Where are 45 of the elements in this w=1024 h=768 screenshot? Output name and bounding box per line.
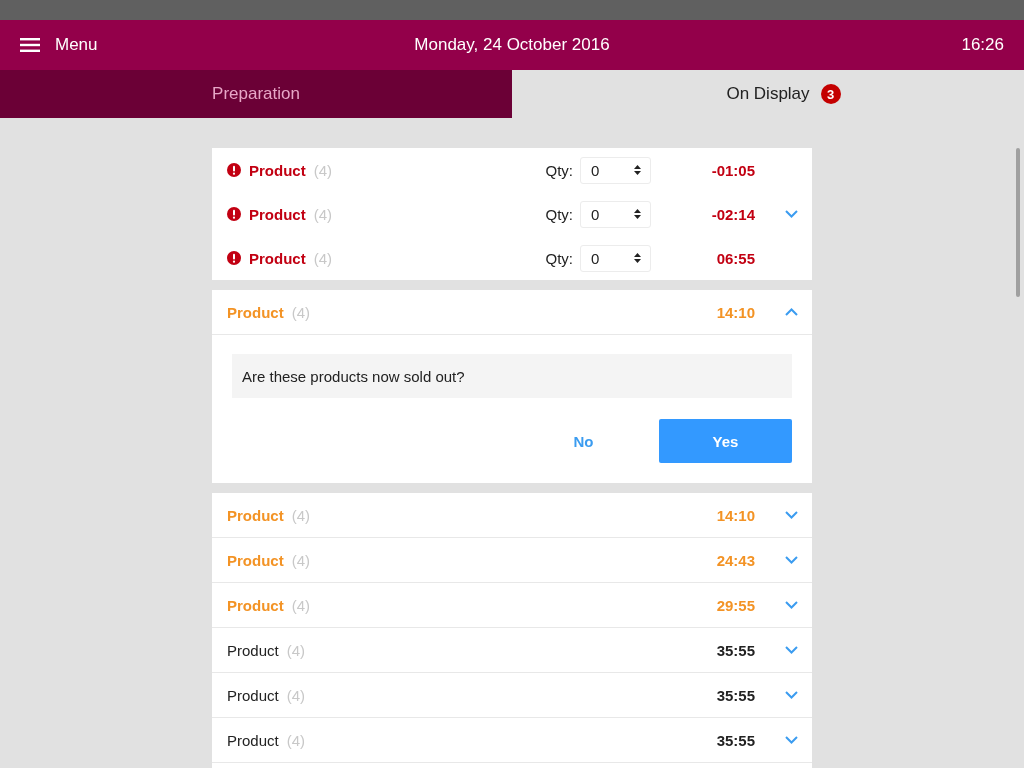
chevron-down-icon[interactable] bbox=[785, 556, 798, 564]
sort-caret-icon bbox=[634, 209, 641, 219]
confirm-message: Are these products now sold out? bbox=[232, 354, 792, 398]
qty-select[interactable]: 0 bbox=[580, 244, 651, 272]
product-name: Product bbox=[227, 551, 284, 569]
product-name: Product bbox=[249, 205, 306, 223]
qty-select[interactable]: 0 bbox=[580, 200, 651, 228]
product-name: Product bbox=[227, 731, 279, 749]
qty-label: Qty: bbox=[545, 249, 573, 267]
product-name: Product bbox=[227, 506, 284, 524]
timer: 14:10 bbox=[716, 506, 755, 524]
scrollbar-thumb[interactable] bbox=[1016, 148, 1020, 297]
chevron-down-icon[interactable] bbox=[785, 210, 798, 218]
timer: 24:43 bbox=[716, 551, 755, 569]
timer: 14:10 bbox=[716, 303, 755, 321]
timer: 35:55 bbox=[716, 641, 755, 659]
qty-label: Qty: bbox=[545, 161, 573, 179]
timer: 06:55 bbox=[715, 249, 755, 267]
product-name: Product bbox=[227, 686, 279, 704]
timer: 35:55 bbox=[716, 686, 755, 704]
qty-label: Qty: bbox=[545, 205, 573, 223]
product-name: Product bbox=[249, 249, 306, 267]
chevron-down-icon[interactable] bbox=[785, 511, 798, 519]
date-label: Monday, 24 October 2016 bbox=[414, 35, 610, 55]
chevron-down-icon[interactable] bbox=[785, 601, 798, 609]
timer: -02:14 bbox=[710, 205, 755, 223]
chevron-up-icon[interactable] bbox=[785, 308, 798, 316]
timer: 35:55 bbox=[716, 731, 755, 749]
count-badge: 3 bbox=[820, 84, 841, 104]
chevron-down-icon[interactable] bbox=[785, 736, 798, 744]
qty-select[interactable]: 0 bbox=[580, 156, 651, 184]
sort-caret-icon bbox=[634, 253, 641, 263]
clock-time: 16:26 bbox=[961, 35, 1004, 55]
product-name: Product bbox=[249, 161, 306, 179]
product-name: Product bbox=[227, 303, 284, 321]
tab[interactable]: Preparation bbox=[0, 70, 512, 118]
timer: -01:05 bbox=[710, 161, 755, 179]
chevron-down-icon[interactable] bbox=[785, 646, 798, 654]
menu-icon bbox=[20, 38, 40, 52]
product-name: Product bbox=[227, 641, 279, 659]
menu-button[interactable]: Menu bbox=[20, 35, 98, 55]
sort-caret-icon bbox=[634, 165, 641, 175]
timer: 29:55 bbox=[716, 596, 755, 614]
chevron-down-icon[interactable] bbox=[785, 691, 798, 699]
product-name: Product bbox=[227, 596, 284, 614]
